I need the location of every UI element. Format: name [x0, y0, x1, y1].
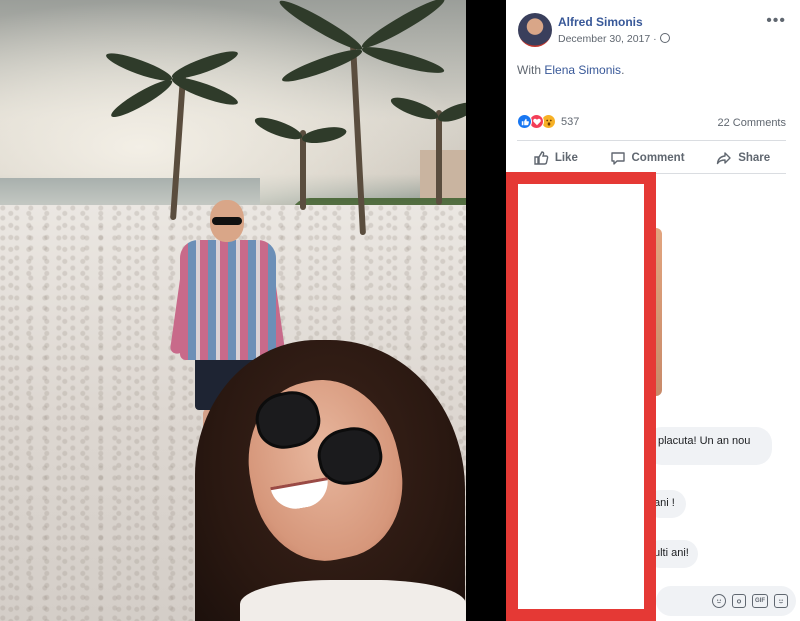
hotel-building [420, 150, 466, 202]
globe-icon [659, 33, 670, 43]
gif-icon[interactable]: GIF [752, 594, 768, 608]
reaction-count[interactable]: 537 [561, 116, 579, 128]
author-name[interactable]: Alfred Simonis [558, 15, 643, 29]
tagged-person-link[interactable]: Elena Simonis [544, 63, 621, 77]
post-date-text[interactable]: December 30, 2017 [558, 33, 650, 45]
post-date[interactable]: December 30, 2017 · [558, 33, 670, 45]
post-photo[interactable] [0, 0, 466, 621]
post-actions-bar: Like Comment Share [517, 146, 786, 170]
divider [517, 140, 786, 141]
sticker-icon[interactable] [774, 594, 788, 608]
comment-text: ulti ani! [654, 547, 689, 559]
speech-bubble-icon [610, 152, 625, 165]
comment-button[interactable]: Comment [610, 150, 685, 166]
redaction-box [506, 172, 656, 621]
comment-bubble: placuta! Un an nou [646, 427, 772, 465]
more-options-icon[interactable]: ••• [766, 12, 786, 30]
comment-input[interactable]: GIF [656, 586, 796, 616]
avatar[interactable] [518, 13, 552, 47]
comment-button-label: Comment [631, 152, 685, 164]
tagged-with-line: With Elena Simonis. [517, 63, 624, 77]
comments-count-link[interactable]: 22 Comments [718, 117, 786, 129]
share-arrow-icon [716, 152, 731, 165]
like-button-label: Like [554, 152, 578, 164]
camera-icon[interactable] [732, 594, 746, 608]
emoji-icon[interactable] [712, 594, 726, 608]
reactions-summary[interactable]: 537 [517, 114, 579, 129]
share-button[interactable]: Share [716, 150, 770, 166]
comment-text: ani ! [654, 497, 675, 509]
share-button-label: Share [738, 152, 771, 164]
like-button[interactable]: Like [533, 150, 578, 166]
like-reaction-icon [517, 114, 532, 129]
with-suffix: . [621, 63, 625, 77]
thumbs-up-icon [534, 151, 549, 165]
with-prefix: With [517, 63, 545, 77]
comment-text: placuta! Un an nou [658, 435, 751, 447]
